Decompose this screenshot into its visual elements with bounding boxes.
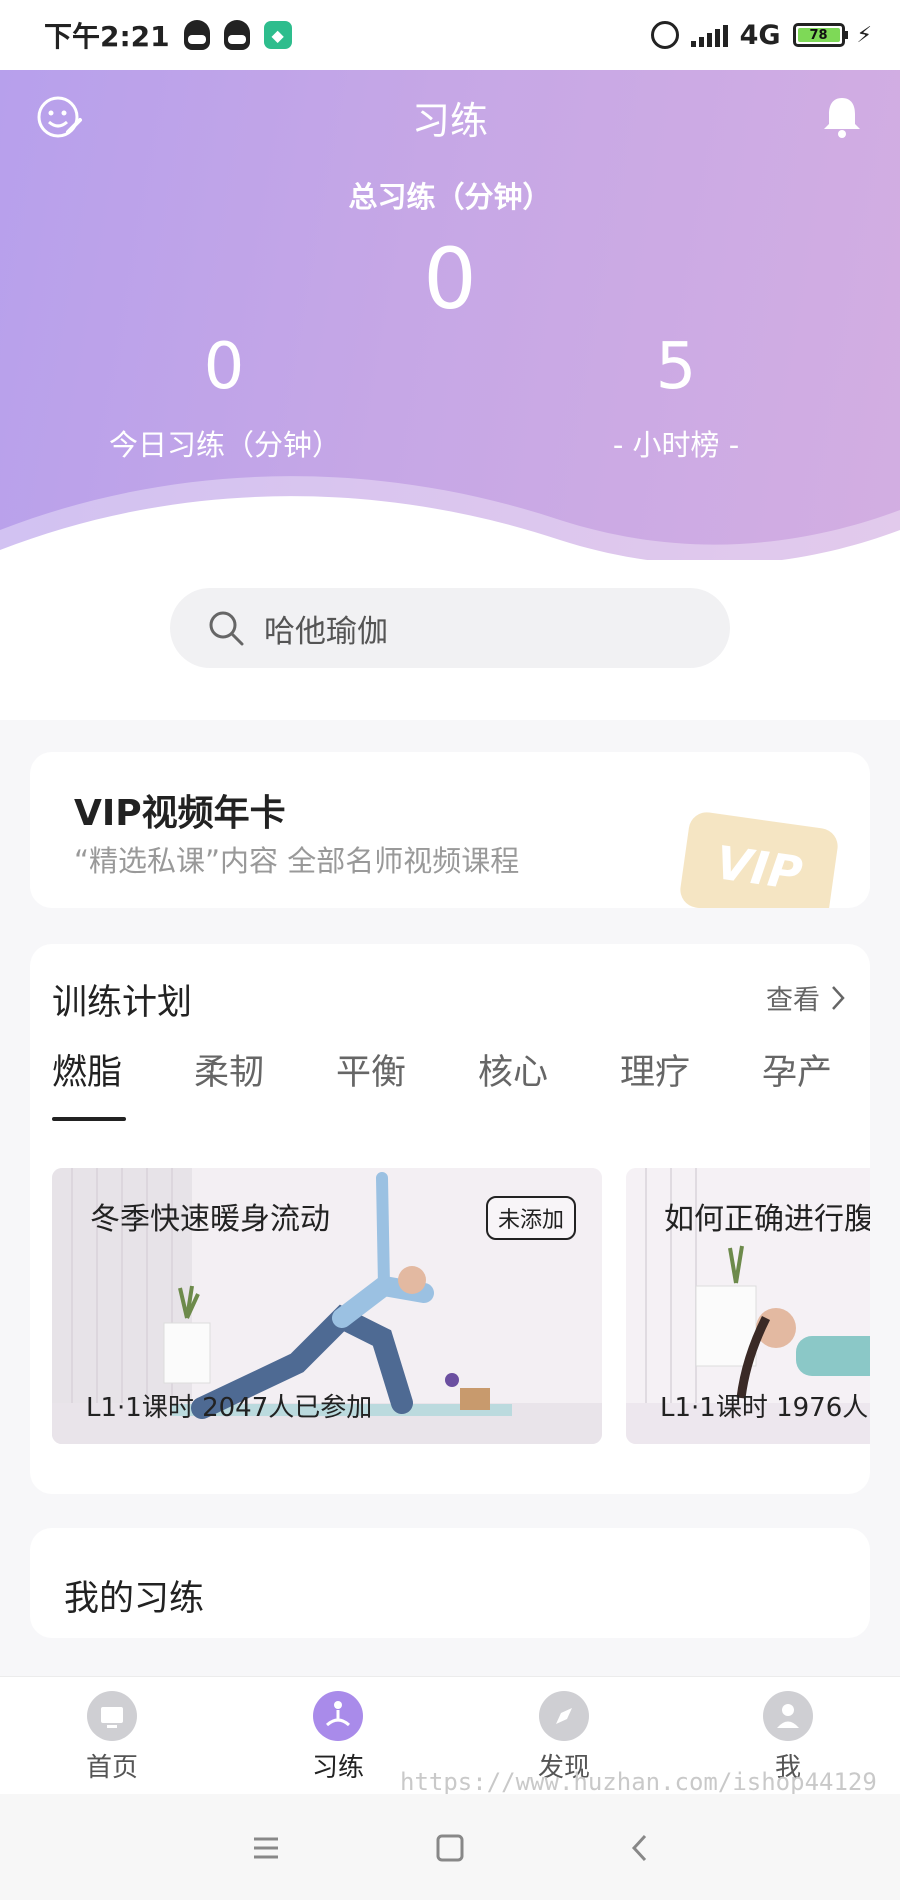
course-card[interactable]: 冬季快速暖身流动 未添加 L1·1课时 2047人已参加 <box>52 1168 602 1444</box>
vip-title: VIP视频年卡 <box>74 793 286 834</box>
plan-more-label: 查看 <box>766 985 820 1016</box>
status-right: 4G 78 ⚡ <box>650 19 872 51</box>
vip-card[interactable]: VIP视频年卡 “精选私课”内容 全部名师视频课程 VIP <box>30 752 870 908</box>
network-type: 4G <box>739 19 781 51</box>
today-practice-label: 今日习练（分钟） <box>108 428 341 462</box>
practice-header: 习练 总习练（分钟） 0 0 5 今日习练（分钟） - 小时榜 - <box>0 70 900 590</box>
vip-subtitle: “精选私课”内容 全部名师视频课程 <box>74 844 520 878</box>
hour-rank-value[interactable]: 5 <box>576 330 776 404</box>
status-time: 下午2:21 <box>44 20 170 53</box>
page-title: 习练 <box>411 99 488 143</box>
chevron-right-icon <box>832 985 845 1010</box>
tab-fat-burn[interactable]: 燃脂 <box>52 1044 194 1095</box>
home-tv-icon <box>87 1691 137 1741</box>
total-practice-value: 0 <box>423 230 477 328</box>
search-input[interactable]: 哈他瑜伽 <box>170 588 730 668</box>
status-left: 下午2:21 ◆ <box>44 15 292 55</box>
course-title: 如何正确进行腹 <box>664 1202 870 1237</box>
hour-rank-label[interactable]: - 小时榜 - <box>576 422 776 464</box>
battery-level: 78 <box>797 28 840 43</box>
course-title: 冬季快速暖身流动 <box>90 1202 330 1237</box>
course-meta: L1·1课时 2047人已参加 <box>86 1393 373 1423</box>
bell-icon[interactable] <box>818 92 866 140</box>
app-shield-icon: ◆ <box>263 21 292 49</box>
battery-icon: 78 <box>792 23 848 47</box>
my-practice-title: 我的习练 <box>64 1579 205 1619</box>
meditation-icon <box>313 1691 363 1741</box>
tab-balance[interactable]: 平衡 <box>336 1044 478 1095</box>
course-meta: L1·1课时 1976人 <box>660 1393 869 1423</box>
active-tab-indicator <box>52 1117 126 1121</box>
training-plan-card: 训练计划 查看 燃脂 柔韧 平衡 核心 理疗 孕产 冬季快速暖身流动 未添加 L… <box>30 944 870 1494</box>
user-icon <box>763 1691 813 1741</box>
nav-home-label: 首页 <box>85 1753 138 1783</box>
search-icon <box>209 611 244 646</box>
total-practice-label: 总习练（分钟） <box>348 180 552 214</box>
qq-icon <box>183 20 210 50</box>
today-practice-value: 0 <box>203 330 245 404</box>
nav-home[interactable]: 首页 <box>52 1691 172 1784</box>
menu-icon[interactable] <box>246 1828 286 1868</box>
plan-more-link[interactable]: 查看 <box>766 978 846 1017</box>
course-carousel[interactable]: 冬季快速暖身流动 未添加 L1·1课时 2047人已参加 如何正确进行腹 L1·… <box>52 1168 870 1448</box>
compass-icon <box>539 1691 589 1741</box>
tab-therapy[interactable]: 理疗 <box>620 1044 762 1095</box>
qq-icon <box>223 20 250 50</box>
course-card[interactable]: 如何正确进行腹 L1·1课时 1976人 <box>626 1168 870 1444</box>
search-area: 哈他瑜伽 <box>0 560 900 720</box>
status-bar: 下午2:21 ◆ 4G 78 ⚡ <box>0 0 900 70</box>
nav-practice[interactable]: 习练 <box>278 1691 398 1784</box>
signal-icon <box>690 23 728 47</box>
watermark: https://www.huzhan.com/ishop44129 <box>400 1768 877 1796</box>
alarm-icon <box>650 21 679 49</box>
vip-badge-icon: VIP <box>678 810 840 908</box>
home-square-icon[interactable] <box>430 1828 470 1868</box>
system-nav-bar <box>0 1794 900 1900</box>
search-placeholder: 哈他瑜伽 <box>264 613 388 650</box>
plan-tabs: 燃脂 柔韧 平衡 核心 理疗 孕产 <box>52 1044 870 1095</box>
tab-flexibility[interactable]: 柔韧 <box>194 1044 336 1095</box>
back-icon[interactable] <box>620 1828 660 1868</box>
plan-title: 训练计划 <box>52 983 193 1023</box>
tab-pregnancy[interactable]: 孕产 <box>762 1044 870 1095</box>
nav-practice-label: 习练 <box>311 1753 364 1783</box>
charging-icon: ⚡ <box>856 22 872 48</box>
course-add-status[interactable]: 未添加 <box>485 1196 576 1240</box>
my-practice-card[interactable]: 我的习练 <box>30 1528 870 1638</box>
tab-core[interactable]: 核心 <box>478 1044 620 1095</box>
